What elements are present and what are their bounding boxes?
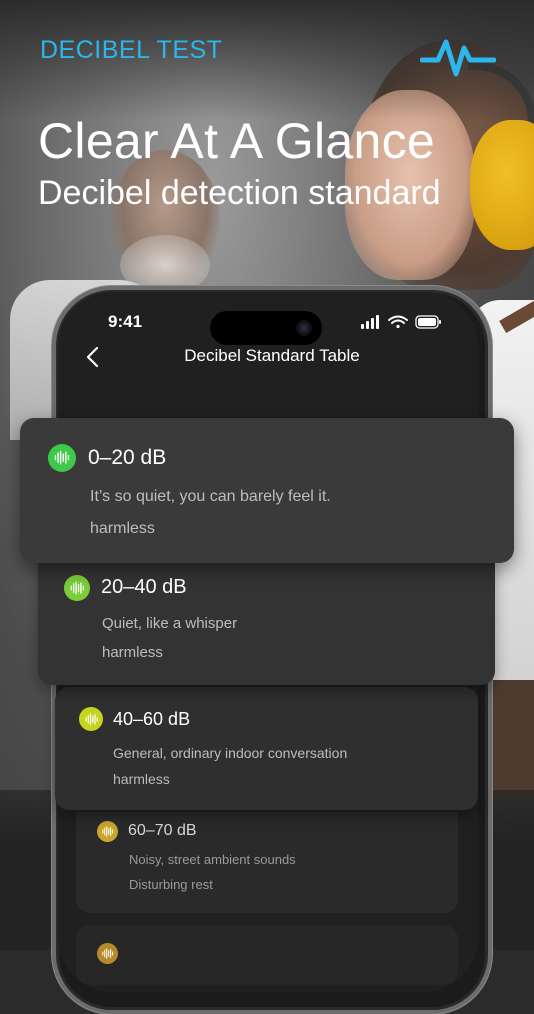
level-effect: harmless	[90, 520, 155, 537]
level-description: Quiet, like a whisper	[102, 615, 238, 632]
level-effect: harmless	[113, 771, 170, 787]
background-belt	[490, 680, 534, 800]
level-card-4[interactable]: 60–70 dB Noisy, street ambient sounds Di…	[76, 812, 458, 913]
level-range: 20–40 dB	[101, 576, 187, 598]
level-range: 60–70 dB	[128, 822, 197, 839]
sound-wave-icon	[97, 943, 118, 964]
level-card-5[interactable]	[76, 925, 458, 985]
level-card-3[interactable]: 40–60 dB General, ordinary indoor conver…	[55, 687, 478, 810]
waveform-icon	[420, 39, 496, 77]
level-range: 40–60 dB	[113, 709, 191, 729]
status-time: 9:41	[108, 312, 143, 331]
level-description: Noisy, street ambient sounds	[129, 852, 296, 867]
sound-wave-icon	[79, 707, 103, 731]
signal-icon	[361, 315, 379, 329]
battery-icon	[415, 315, 441, 329]
wifi-icon	[388, 315, 408, 329]
status-icons	[361, 315, 441, 329]
subheadline: Decibel detection standard	[38, 174, 441, 212]
screen-title: Decibel Standard Table	[184, 346, 360, 365]
sound-wave-icon	[48, 444, 76, 472]
level-effect: harmless	[102, 644, 163, 661]
level-card-1[interactable]: 0–20 dB It’s so quiet, you can barely fe…	[20, 418, 514, 563]
background-earmuff	[470, 120, 534, 250]
camera-icon	[296, 320, 312, 336]
dynamic-island	[210, 311, 322, 345]
sound-wave-icon	[64, 575, 90, 601]
sound-wave-icon	[97, 821, 118, 842]
level-description: General, ordinary indoor conversation	[113, 745, 348, 761]
brand-title: DECIBEL TEST	[40, 36, 223, 64]
headline: Clear At A Glance	[38, 113, 435, 169]
level-effect: Disturbing rest	[129, 877, 213, 892]
level-range: 0–20 dB	[88, 446, 167, 469]
level-description: It’s so quiet, you can barely feel it.	[90, 488, 331, 505]
level-card-2[interactable]: 20–40 dB Quiet, like a whisper harmless	[38, 555, 495, 685]
